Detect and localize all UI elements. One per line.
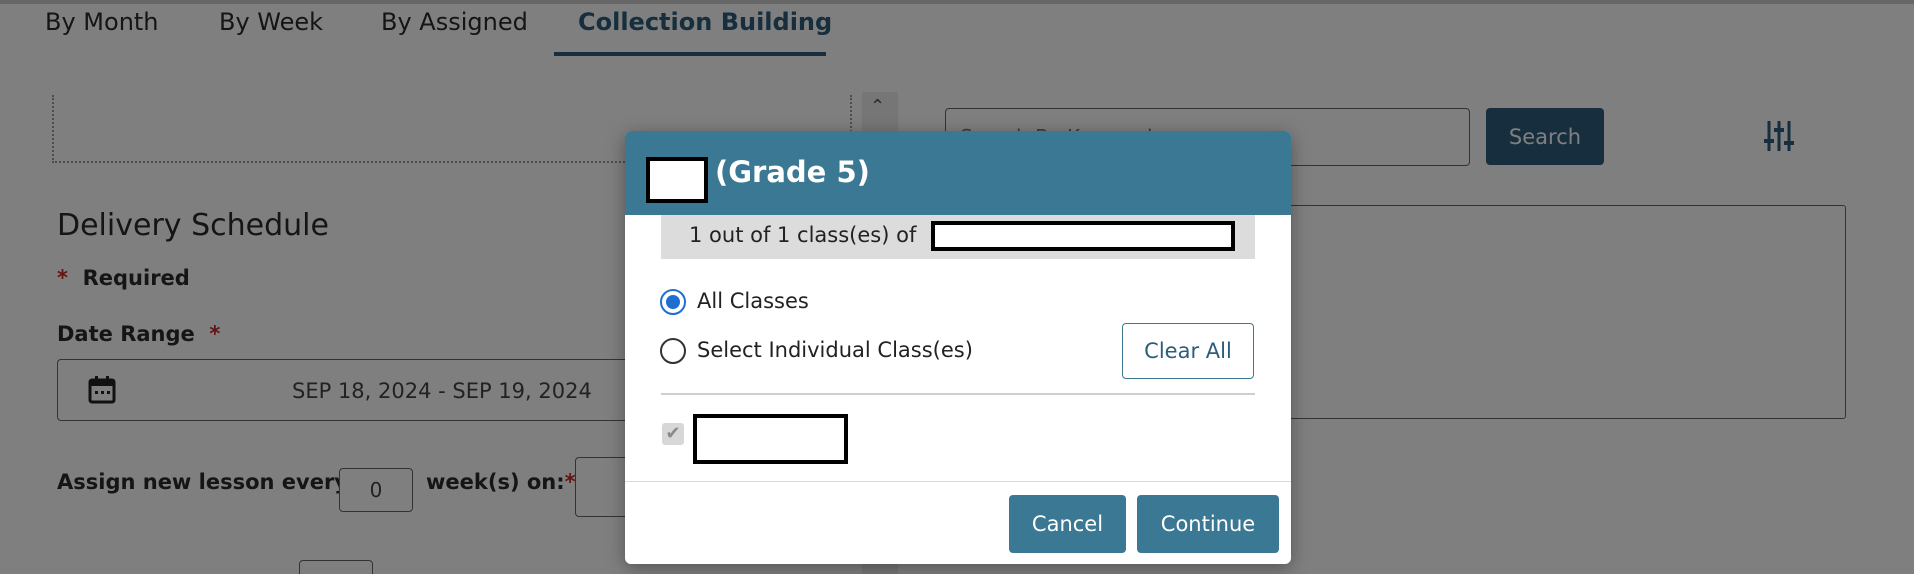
redacted-school-name — [931, 221, 1235, 251]
redacted-name — [646, 157, 708, 203]
individual-classes-label[interactable]: Select Individual Class(es) — [697, 338, 973, 362]
class-count-bar: 1 out of 1 class(es) of — [661, 215, 1255, 259]
continue-button[interactable]: Continue — [1137, 495, 1279, 553]
cancel-button[interactable]: Cancel — [1009, 495, 1126, 553]
clear-all-button[interactable]: Clear All — [1122, 323, 1254, 379]
all-classes-radio[interactable] — [660, 289, 686, 315]
dialog-divider — [661, 393, 1255, 395]
individual-classes-radio[interactable] — [660, 338, 686, 364]
redacted-class-name — [693, 414, 848, 464]
class-count-text: 1 out of 1 class(es) of — [689, 223, 917, 247]
all-classes-label[interactable]: All Classes — [697, 289, 809, 313]
footer-divider — [625, 481, 1291, 482]
dialog-title: (Grade 5) — [715, 155, 870, 189]
class-selection-dialog: (Grade 5) 1 out of 1 class(es) of All Cl… — [625, 131, 1291, 564]
check-icon: ✔ — [665, 423, 681, 444]
class-checkbox[interactable]: ✔ — [662, 423, 684, 445]
dialog-header: (Grade 5) — [625, 131, 1291, 215]
